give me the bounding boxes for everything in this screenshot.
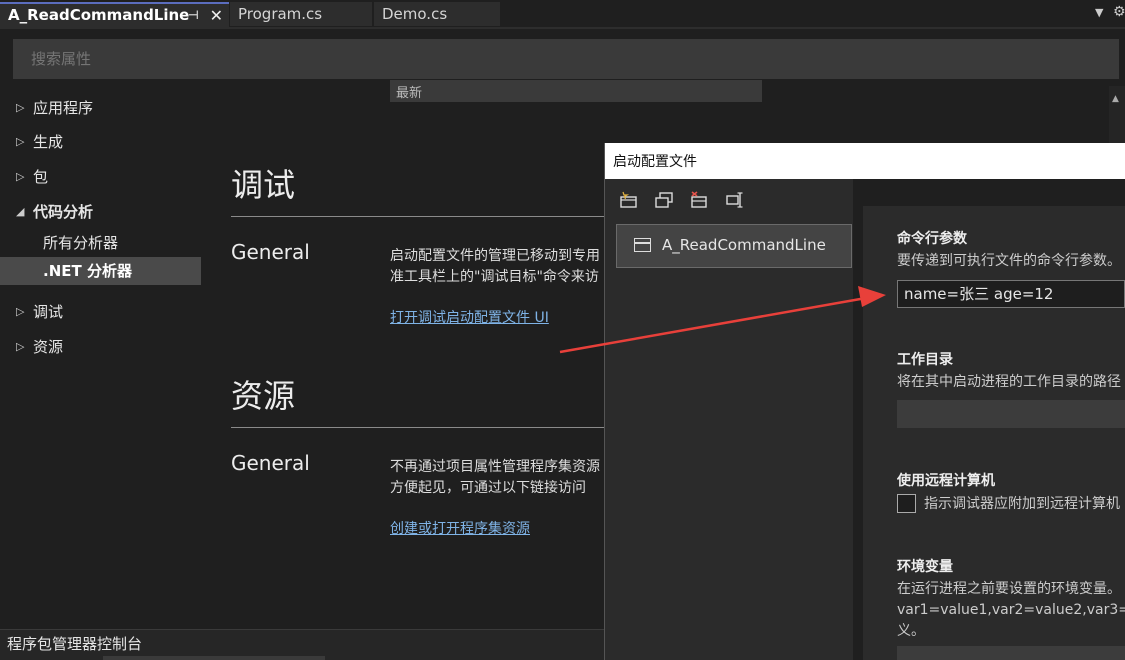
close-icon[interactable]: ✕: [210, 4, 223, 27]
collapse-arrow-icon[interactable]: ◢: [16, 198, 24, 226]
expand-arrow-icon[interactable]: ▷: [16, 128, 24, 156]
section-divider: [231, 427, 604, 428]
nav-item-build[interactable]: ▷ 生成: [0, 128, 200, 156]
tab-label: Demo.cs: [382, 5, 448, 23]
language-version-dropdown[interactable]: 最新: [390, 80, 762, 102]
remote-machine-label: 指示调试器应附加到远程计算机: [924, 496, 1120, 512]
section-heading-debug: 调试: [231, 166, 296, 204]
subsection-general-debug: General: [231, 240, 310, 264]
profile-list-item[interactable]: A_ReadCommandLine: [616, 224, 852, 268]
nav-item-debug[interactable]: ▷ 调试: [0, 298, 200, 326]
nav-item-label: 调试: [33, 303, 64, 321]
expand-arrow-icon[interactable]: ▷: [16, 333, 24, 361]
create-open-assembly-resources-link[interactable]: 创建或打开程序集资源: [390, 518, 530, 538]
expand-arrow-icon[interactable]: ▷: [16, 94, 24, 122]
tab-label: A_ReadCommandLine: [8, 6, 190, 24]
workdir-description: 将在其中启动进程的工作目录的路径: [897, 374, 1121, 390]
env-vars-description-line1: 在运行进程之前要设置的环境变量。: [897, 581, 1121, 597]
workdir-input[interactable]: [897, 400, 1125, 428]
resources-description-line2: 方便起见，可通过以下链接访问: [390, 480, 586, 496]
scroll-up-arrow-icon[interactable]: ▲: [1112, 94, 1119, 104]
env-vars-heading: 环境变量: [897, 559, 953, 575]
rename-profile-icon[interactable]: [725, 191, 745, 209]
nav-item-label: 应用程序: [33, 99, 94, 117]
env-vars-input[interactable]: [897, 646, 1125, 660]
nav-subitem-net-analyzers[interactable]: .NET 分析器: [0, 257, 201, 285]
profile-name: A_ReadCommandLine: [662, 236, 826, 254]
dialog-titlebar[interactable]: 启动配置文件: [605, 143, 1125, 179]
nav-item-label: 包: [33, 168, 49, 186]
remote-machine-checkbox[interactable]: [897, 494, 916, 513]
tab-program-cs[interactable]: Program.cs: [230, 2, 372, 26]
open-debug-launch-profiles-link[interactable]: 打开调试启动配置文件 UI: [390, 307, 549, 327]
cmd-args-input[interactable]: name=张三 age=12: [897, 280, 1125, 308]
expand-arrow-icon[interactable]: ▷: [16, 163, 24, 191]
nav-item-code-analysis[interactable]: ◢ 代码分析: [0, 198, 200, 226]
subsection-general-resources: General: [231, 451, 310, 475]
tab-label: Program.cs: [238, 5, 323, 23]
cmd-args-heading: 命令行参数: [897, 231, 967, 247]
bottom-tab-indicator[interactable]: [103, 656, 325, 660]
tab-strip-underline: [0, 27, 1125, 29]
workdir-heading: 工作目录: [897, 352, 953, 368]
pane-splitter[interactable]: [853, 179, 863, 660]
debug-description-line1: 启动配置文件的管理已移动到专用: [390, 248, 600, 264]
nav-item-application[interactable]: ▷ 应用程序: [0, 94, 200, 122]
gear-icon[interactable]: ⚙: [1113, 4, 1125, 20]
section-divider: [231, 216, 604, 217]
env-vars-description-line2: var1=value1,var2=value2,var3=: [897, 602, 1125, 618]
nav-subitem-label: 所有分析器: [43, 234, 119, 252]
nav-item-resources[interactable]: ▷ 资源: [0, 333, 200, 361]
expand-arrow-icon[interactable]: ▷: [16, 298, 24, 326]
tab-a-readcommandline[interactable]: A_ReadCommandLine ⊣ ✕: [0, 2, 229, 29]
env-vars-description-line3: 义。: [897, 623, 925, 639]
dialog-title: 启动配置文件: [613, 154, 697, 170]
nav-subitem-all-analyzers[interactable]: 所有分析器: [0, 229, 201, 257]
nav-item-label: 代码分析: [33, 203, 94, 221]
settings-pane-header: [863, 179, 1125, 206]
nav-subitem-label: .NET 分析器: [43, 262, 132, 280]
bottom-panel-title: 程序包管理器控制台: [7, 635, 143, 653]
dropdown-value: 最新: [396, 86, 423, 101]
remote-machine-heading: 使用远程计算机: [897, 473, 995, 489]
nav-item-label: 生成: [33, 133, 64, 151]
section-heading-resources: 资源: [231, 377, 296, 415]
search-properties-input[interactable]: [13, 39, 1119, 79]
tab-demo-cs[interactable]: Demo.cs: [374, 2, 500, 26]
cmd-args-description: 要传递到可执行文件的命令行参数。: [897, 253, 1121, 269]
nav-item-label: 资源: [33, 338, 64, 356]
duplicate-profile-icon[interactable]: [654, 191, 674, 209]
tab-list-dropdown-icon[interactable]: ▼: [1095, 6, 1103, 19]
delete-profile-icon[interactable]: [689, 191, 709, 209]
bottom-tab-strip: [0, 656, 604, 660]
new-profile-icon[interactable]: [619, 191, 639, 209]
pin-icon[interactable]: ⊣: [188, 4, 199, 27]
debug-description-line2: 准工具栏上的"调试目标"命令来访: [390, 269, 599, 285]
window-icon: [634, 238, 651, 252]
resources-description-line1: 不再通过项目属性管理程序集资源: [390, 459, 600, 475]
document-tab-strip: A_ReadCommandLine ⊣ ✕ Program.cs Demo.cs…: [0, 0, 1125, 29]
nav-item-package[interactable]: ▷ 包: [0, 163, 200, 191]
